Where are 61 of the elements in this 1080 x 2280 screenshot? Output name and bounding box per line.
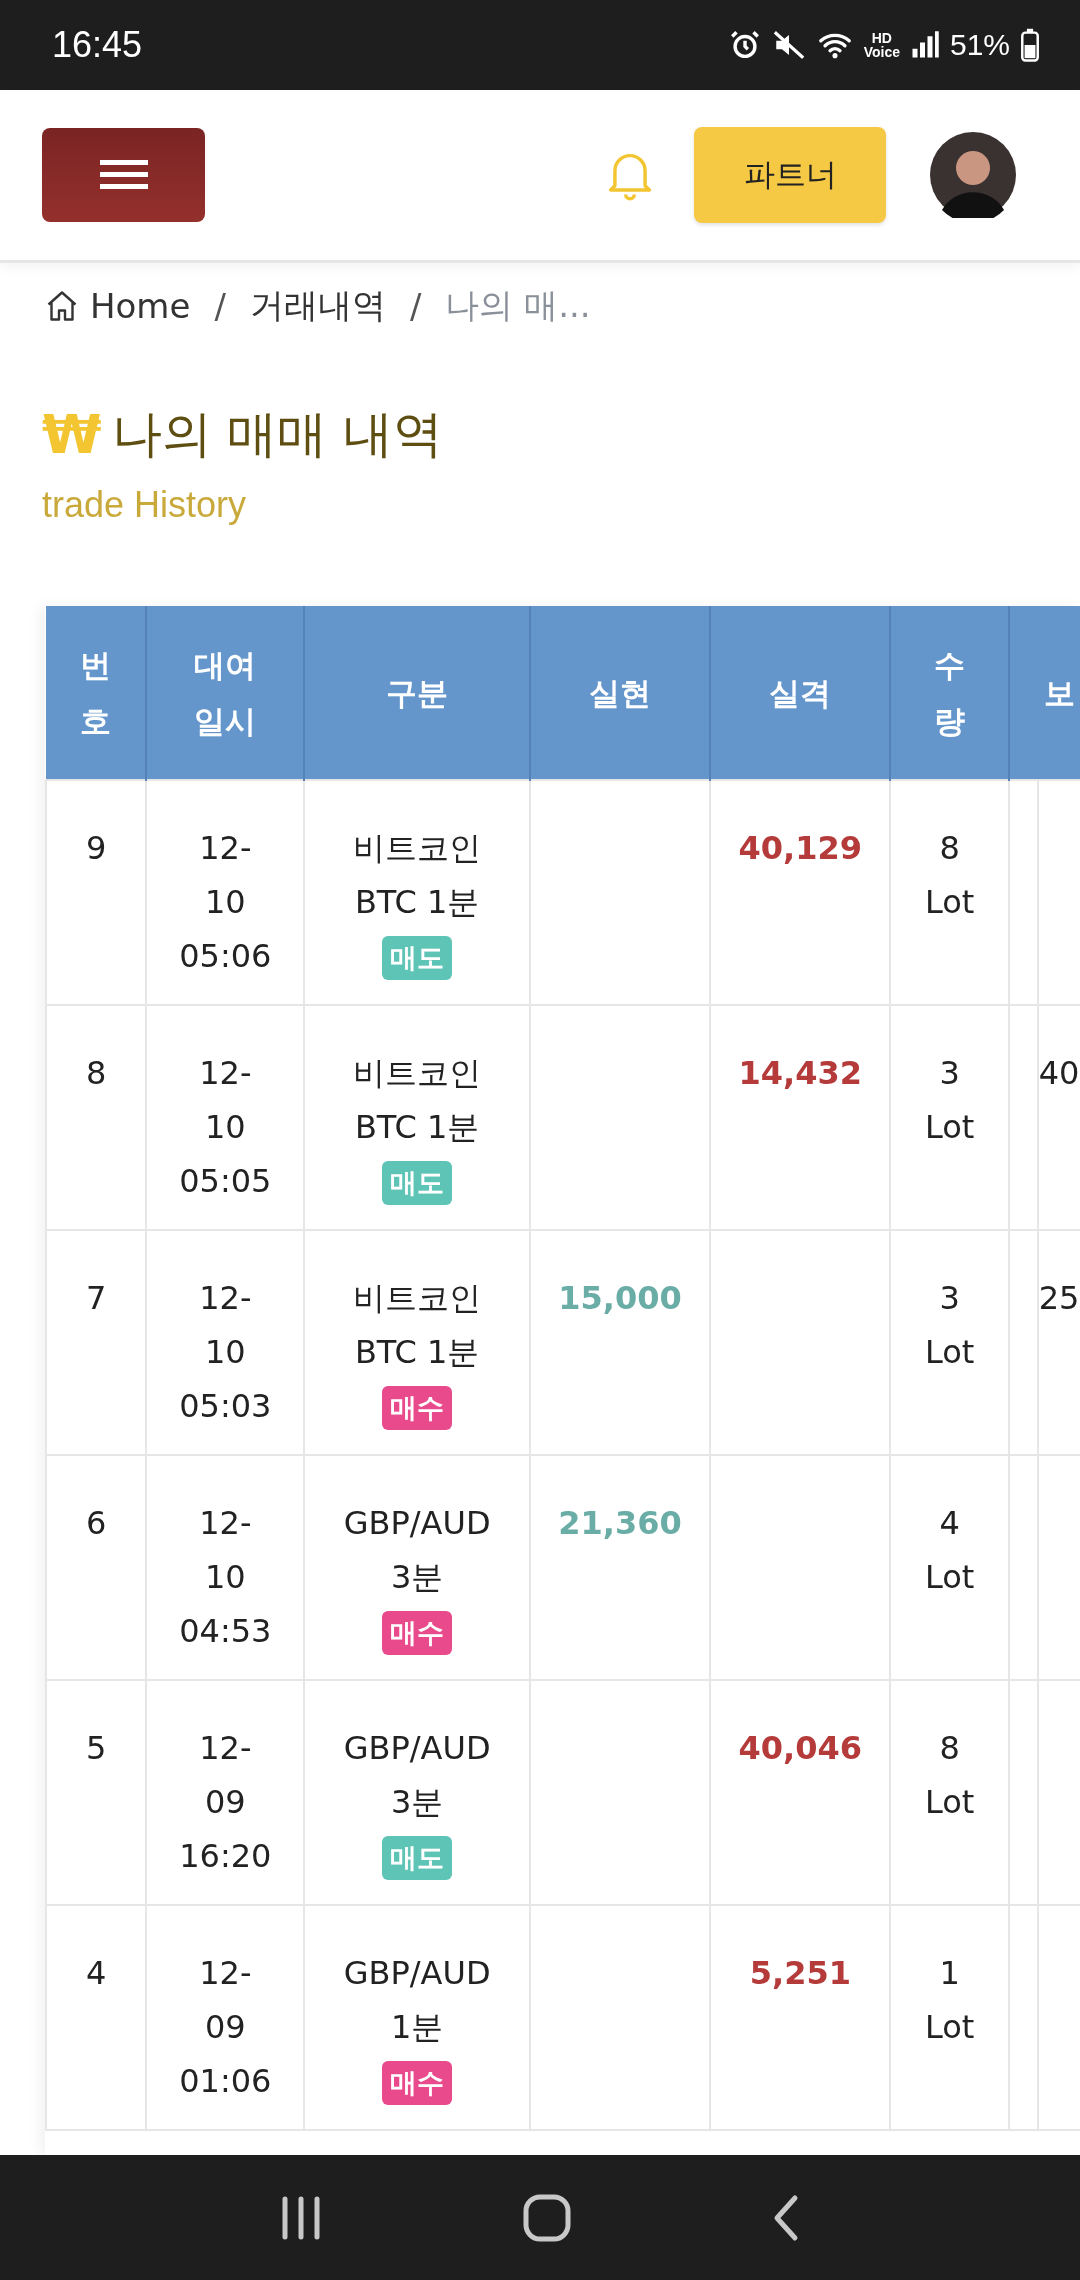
breadcrumb-separator: / — [214, 286, 226, 326]
table-cell-text: 4 Lot — [924, 1503, 975, 1598]
breadcrumb-link[interactable]: Home — [90, 286, 191, 326]
table-cell: 8 — [85, 1054, 107, 1092]
side-tag: 매도 — [382, 1161, 453, 1205]
product-name: 비트코인 BTC 1분 — [352, 1278, 483, 1373]
battery-percent: 51% — [949, 28, 1010, 62]
battery-icon — [1020, 28, 1040, 62]
table-cell-text: 12-10 04:53 — [179, 1503, 272, 1652]
table-cell: 5 — [85, 1729, 107, 1767]
hd-voice-label: HD Voice — [863, 31, 900, 59]
table-cell: 40 — [1038, 1054, 1080, 1092]
table-cell: 6 — [85, 1504, 107, 1542]
clock: 16:45 — [52, 24, 143, 66]
table-cell-text: 8 Lot — [924, 1728, 975, 1823]
table-cell: 40,129 — [738, 829, 863, 867]
table-cell: 40,046 — [738, 1729, 863, 1767]
column-header: 대여일시 — [146, 606, 305, 780]
side-tag: 매수 — [382, 2061, 453, 2105]
column-header: 실현 — [529, 606, 711, 780]
table-cell-text: 8 Lot — [924, 828, 975, 923]
table-cell-text: 1 Lot — [924, 1953, 975, 2048]
partner-button[interactable]: 파트너 — [694, 127, 886, 223]
table-cell-text: 12-09 16:20 — [179, 1728, 272, 1877]
table-cell: 5,251 — [749, 1954, 851, 1992]
page-subtitle: trade History — [42, 484, 248, 526]
table-cell-text: 12-10 05:05 — [179, 1053, 272, 1202]
table-cell: 7 — [85, 1279, 107, 1317]
side-tag: 매수 — [382, 1611, 453, 1655]
breadcrumb-separator: / — [409, 286, 422, 326]
column-header: 번호 — [46, 606, 147, 780]
menu-button[interactable] — [42, 128, 205, 222]
product-name: 비트코인 BTC 1분 — [352, 828, 483, 923]
menu-icon — [99, 159, 148, 191]
table-cell: 4 — [85, 1954, 107, 1992]
table-cell: 15,000 — [558, 1279, 682, 1317]
product-name: GBP/AUD 3분 — [342, 1728, 492, 1823]
product-name: GBP/AUD 1분 — [342, 1953, 492, 2048]
product-name: 비트코인 BTC 1분 — [352, 1053, 483, 1148]
breadcrumb-link[interactable]: 거래내역 — [249, 283, 386, 329]
side-tag: 매도 — [382, 936, 453, 980]
column-header: 실격 — [710, 606, 891, 780]
table-cell-text: 12-10 05:03 — [179, 1278, 272, 1427]
won-icon: ₩ — [42, 403, 102, 466]
avatar[interactable] — [930, 132, 1016, 218]
column-header: 보 — [1008, 606, 1080, 780]
side-tag: 매도 — [382, 1836, 453, 1880]
table-cell: 25 — [1038, 1279, 1080, 1317]
table-cell-text: 3 Lot — [924, 1053, 975, 1148]
table-cell-text: 12-10 05:06 — [179, 828, 272, 977]
column-header: 수량 — [890, 606, 1009, 780]
table-cell: 21,360 — [558, 1504, 682, 1542]
column-header: 구분 — [304, 606, 530, 780]
table-cell: 14,432 — [738, 1054, 863, 1092]
table-cell: 9 — [85, 829, 107, 867]
page-title: 나의 매매 내역 — [111, 404, 444, 465]
side-tag: 매수 — [382, 1386, 453, 1430]
product-name: GBP/AUD 3분 — [342, 1503, 492, 1598]
home-button-icon[interactable] — [522, 2192, 572, 2243]
table-cell-text: 3 Lot — [924, 1278, 975, 1373]
table-cell-text: 12-09 01:06 — [179, 1953, 272, 2102]
